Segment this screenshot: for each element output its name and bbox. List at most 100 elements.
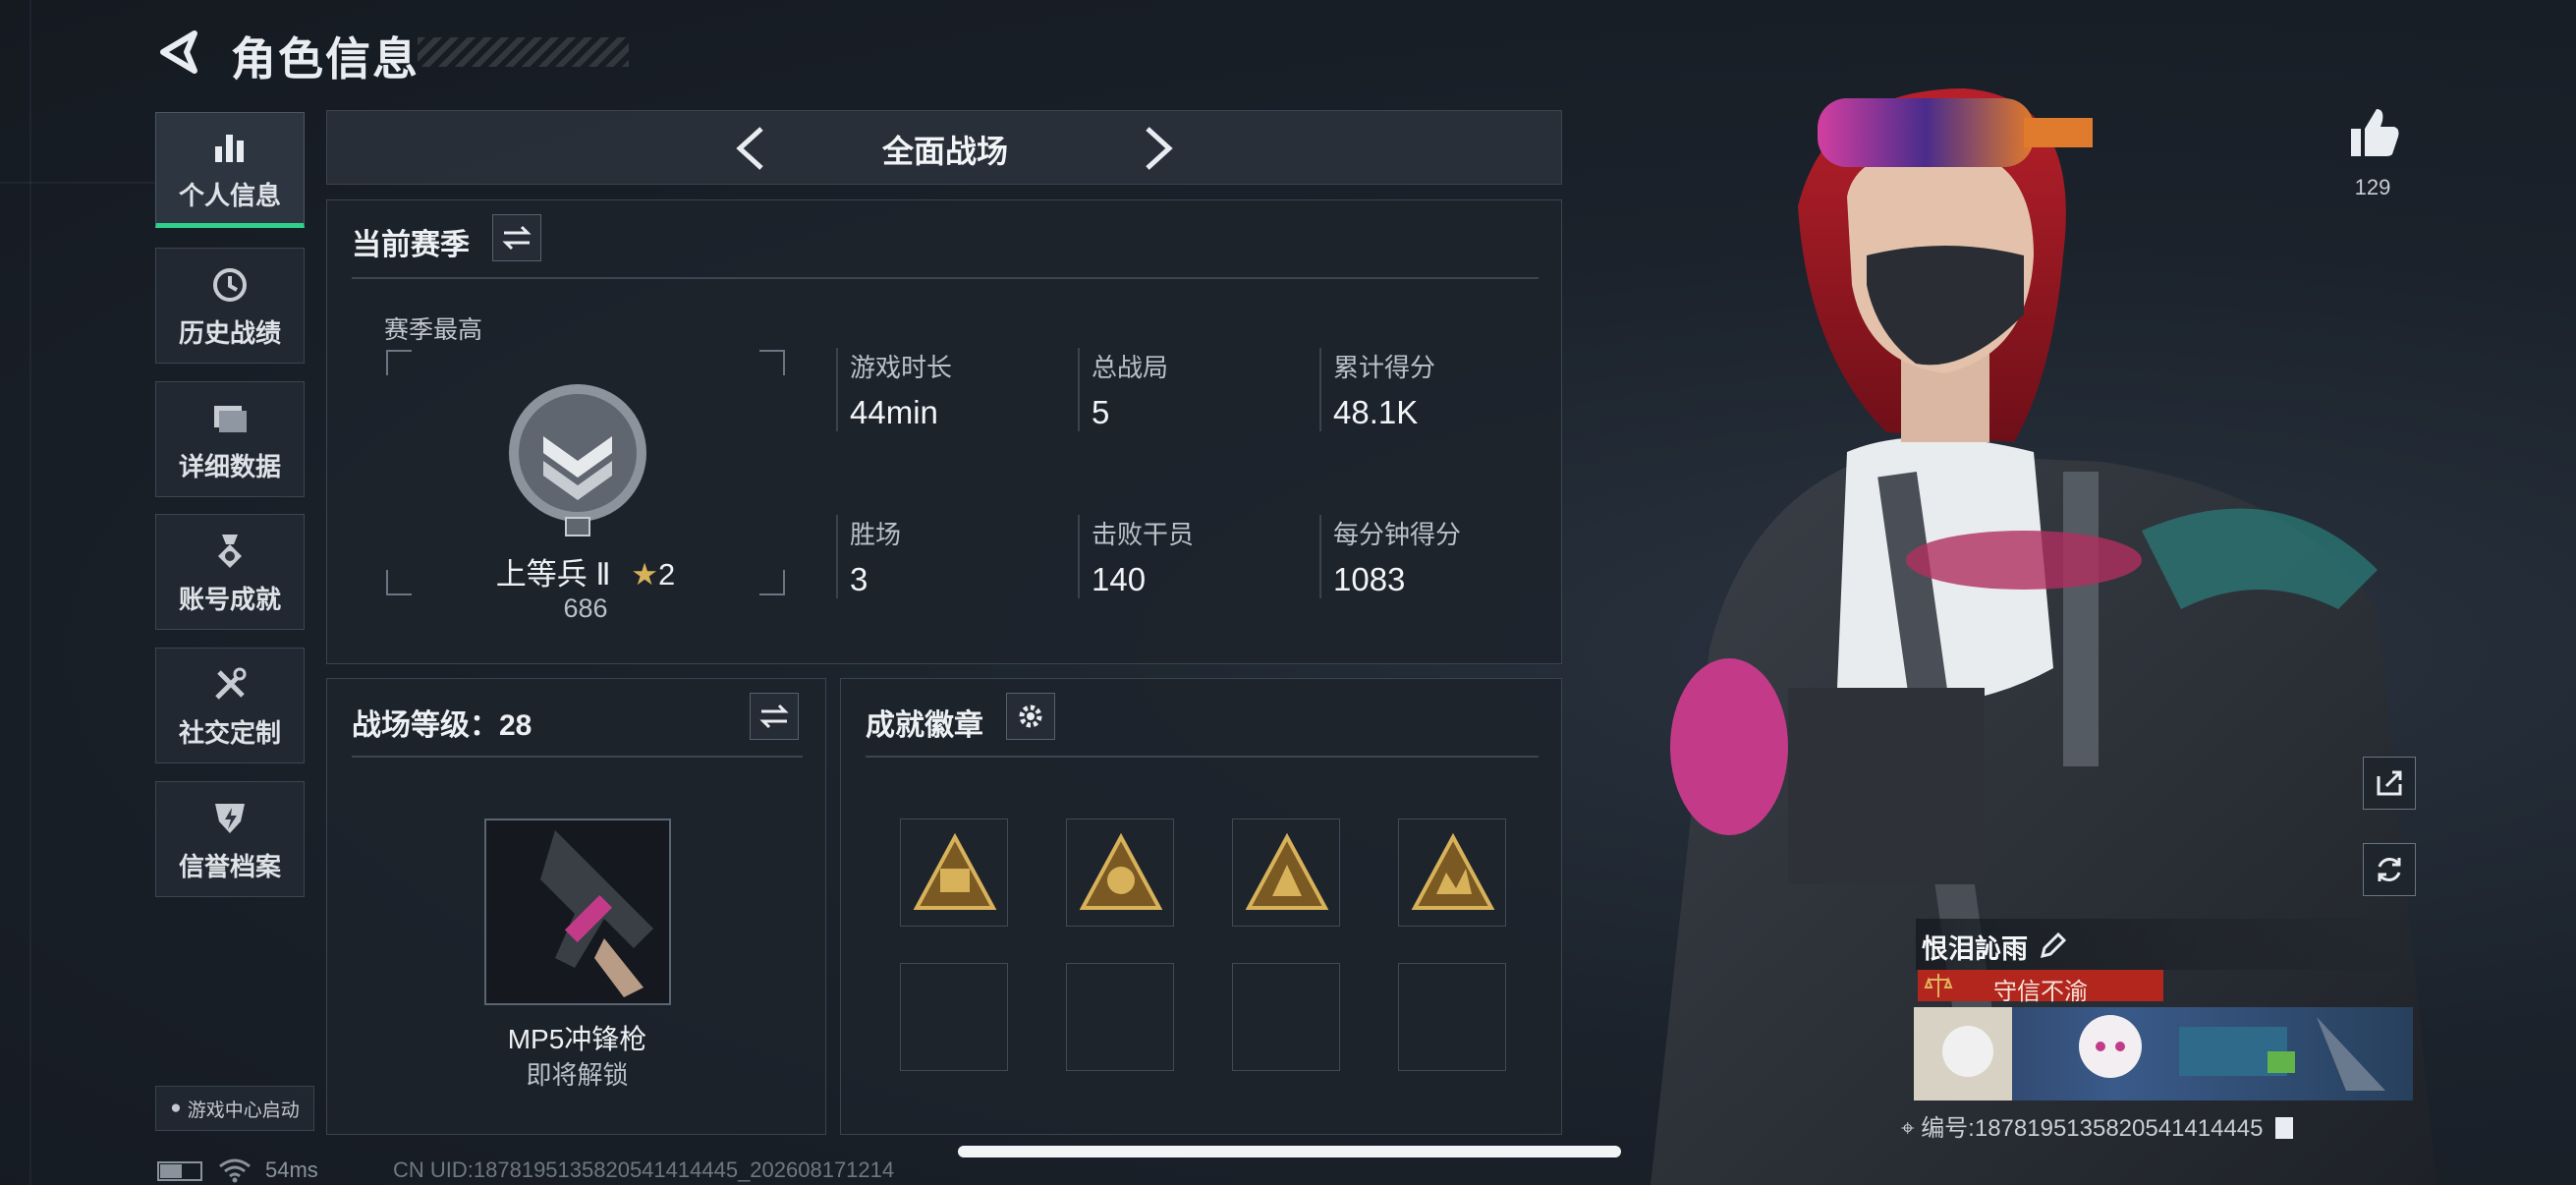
title-tag-text: 守信不渝 [1993,979,2088,1005]
triangle-badge-icon [1411,832,1495,910]
rank-badge-icon [509,384,646,536]
achievements-panel: 成就徽章 [840,678,1562,1135]
rank-points: 686 [563,593,608,623]
sidebar-item-details[interactable]: 详细数据 [155,381,305,497]
divider [866,756,1539,758]
share-icon [2377,770,2402,796]
page-title: 角色信息 [231,33,420,85]
stat-value: 44min [850,394,938,430]
player-uid: 编号:1878195135820541414445 [1921,1115,2264,1142]
likes-count: 129 [2354,175,2391,199]
chevron-right-icon[interactable] [1128,119,1187,178]
refresh-button[interactable] [2363,843,2416,896]
player-name: 恨泪訫雨 [1922,934,2028,964]
triangle-badge-icon [1245,832,1329,910]
empty-badge-slot[interactable] [900,963,1008,1071]
stat-value: 48.1K [1333,394,1419,430]
battery-icon [157,1161,202,1181]
qq-icon: ● [170,1098,182,1118]
game-center-button[interactable]: ● 游戏中心启动 [155,1086,314,1131]
title-decoration [418,37,629,67]
stat-total-matches: 总战局 5 [1078,348,1168,431]
achievement-badge[interactable] [1398,818,1506,927]
wifi-icon [219,1158,251,1183]
share-button[interactable] [2363,757,2416,810]
gear-icon [1019,705,1042,728]
empty-badge-slot[interactable] [1066,963,1174,1071]
ping-value: 54ms [265,1157,318,1182]
tools-icon [215,667,247,700]
medal-icon [218,534,242,568]
stat-value: 1083 [1333,561,1406,597]
history-icon [213,267,247,302]
stat-label: 击败干员 [1092,520,1195,549]
achievements-title: 成就徽章 [866,709,983,742]
location-pin-icon: ⌖ [1901,1115,1922,1142]
shield-bolt-icon [215,803,245,833]
frame-corner [759,350,785,375]
weapon-status: 即将解锁 [526,1060,629,1090]
title-tag: 守信不渝 [1918,970,2163,1005]
cn-uid: CN UID:1878195135820541414445_2026081712… [393,1157,895,1182]
home-indicator[interactable] [958,1146,1621,1157]
weapon-thumbnail[interactable] [484,818,671,1005]
weapon-name: MP5冲锋枪 [507,1024,647,1054]
triangle-badge-icon [913,832,997,910]
player-name-row: 恨泪訫雨 [1916,919,2417,970]
sidebar-item-achievements[interactable]: 账号成就 [155,514,305,630]
achievement-badge[interactable] [900,818,1008,927]
sidebar-item-social[interactable]: 社交定制 [155,648,305,763]
stat-value: 140 [1092,561,1147,597]
empty-badge-slot[interactable] [1398,963,1506,1071]
edit-pencil-icon[interactable] [2039,931,2068,960]
season-switch-button[interactable] [492,214,541,261]
sidebar-item-label: 历史战绩 [178,317,281,348]
rank-name: 上等兵 Ⅱ [495,557,611,592]
empty-badge-slot[interactable] [1232,963,1340,1071]
thumbs-up-icon[interactable] [2343,103,2402,162]
sidebar-item-personal-info[interactable]: 个人信息 [155,112,305,228]
stat-label: 游戏时长 [850,353,953,382]
profile-banner [1914,1007,2413,1100]
sidebar-item-history[interactable]: 历史战绩 [155,248,305,364]
back-arrow-icon[interactable] [155,28,204,77]
deco-line [0,182,157,184]
divider [352,756,803,758]
folder-icon [214,405,247,432]
swap-icon [759,704,789,729]
bar-chart-icon [215,134,244,162]
sidebar-item-reputation[interactable]: 信誉档案 [155,781,305,897]
swap-icon [502,225,532,251]
sidebar-item-label: 详细数据 [178,451,281,481]
stat-value: 3 [850,561,868,597]
achievement-badge[interactable] [1232,818,1340,927]
battlefield-level-panel: 战场等级：28 MP5冲锋枪 即将解锁 [326,678,826,1135]
achievements-settings-button[interactable] [1006,693,1055,740]
sidebar-item-label: 信誉档案 [178,851,281,881]
game-center-label: 游戏中心启动 [187,1100,300,1121]
copy-icon[interactable] [2275,1117,2294,1139]
stat-playtime: 游戏时长 44min [836,348,952,431]
stat-label: 累计得分 [1333,353,1436,382]
sidebar-item-label: 账号成就 [178,584,281,614]
achievement-badge[interactable] [1066,818,1174,927]
smg-weapon-icon [540,830,653,997]
divider [352,277,1539,279]
stat-label: 总战局 [1092,353,1169,382]
deco-line [29,0,31,1185]
sidebar-item-label: 社交定制 [178,717,281,748]
mode-selector: 全面战场 [326,110,1562,185]
stat-label: 胜场 [850,520,902,549]
star-icon: ★ [631,557,659,592]
rank-stars: 2 [658,557,676,592]
mode-label: 全面战场 [881,134,1008,169]
stat-kills: 击败干员 140 [1078,515,1194,598]
level-switch-button[interactable] [750,693,799,740]
sidebar-item-label: 个人信息 [178,180,281,210]
battlefield-level-title: 战场等级：28 [352,709,532,742]
player-uid-row: ⌖ 编号:1878195135820541414445 [1901,1108,2294,1143]
season-title: 当前赛季 [352,229,470,261]
season-panel: 当前赛季 赛季最高 上等兵 Ⅱ ★2 686 游戏时长 44min 总战局 5 … [326,199,1562,664]
stat-total-score: 累计得分 48.1K [1319,348,1435,431]
season-best-label: 赛季最高 [384,316,483,344]
